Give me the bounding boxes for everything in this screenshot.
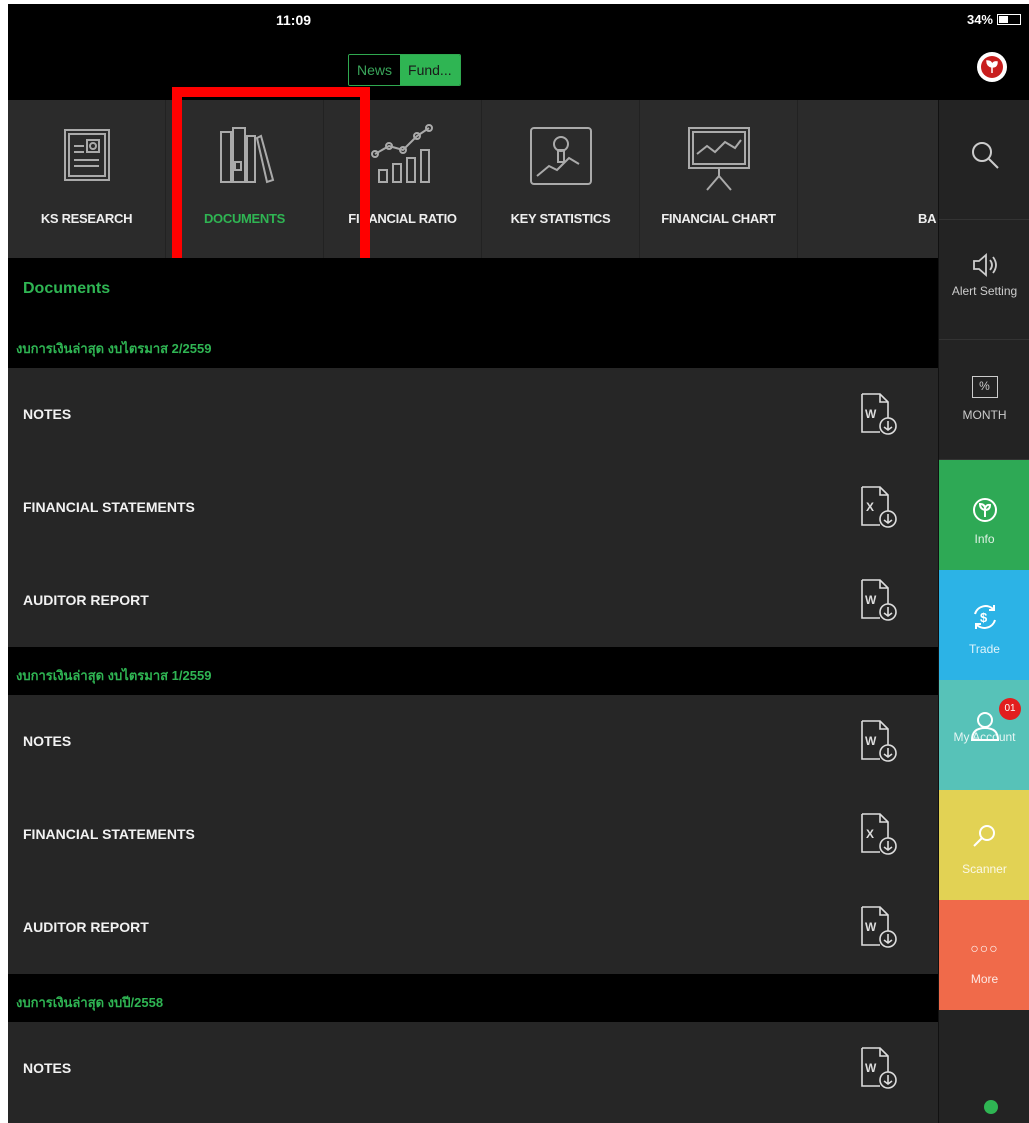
- sidebar-label: MONTH: [962, 408, 1007, 422]
- tab-key-statistics[interactable]: KEY STATISTICS: [482, 100, 640, 258]
- document-row[interactable]: AUDITOR REPORT W: [8, 881, 938, 974]
- word-download-icon[interactable]: W: [858, 392, 898, 436]
- document-row[interactable]: NOTES W: [8, 1022, 938, 1115]
- more-dots-icon: ○○○: [970, 940, 999, 956]
- document-name: FINANCIAL STATEMENTS: [23, 826, 195, 842]
- tab-label: KS RESEARCH: [40, 211, 133, 226]
- sidebar-label: My Account: [953, 730, 1016, 744]
- presentation-chart-icon: [687, 127, 750, 191]
- document-row[interactable]: NOTES W: [8, 368, 938, 461]
- notification-badge: 01: [999, 698, 1021, 720]
- battery-percent: 34%: [966, 12, 993, 27]
- document-row[interactable]: FINANCIAL STATEMENTS X: [8, 461, 938, 554]
- svg-text:W: W: [865, 593, 877, 607]
- leaf-logo-icon: [981, 56, 1003, 78]
- svg-text:X: X: [866, 827, 874, 841]
- svg-text:$: $: [980, 610, 988, 625]
- news-segment-button[interactable]: News: [349, 55, 401, 85]
- word-download-icon[interactable]: W: [858, 719, 898, 763]
- svg-text:X: X: [866, 500, 874, 514]
- sidebar-month-button[interactable]: % MONTH: [939, 340, 1029, 460]
- documents-highlight-box: [172, 87, 370, 268]
- tab-label: FINANCIAL CHART: [661, 211, 776, 226]
- tab-ks-research[interactable]: KS RESEARCH: [8, 100, 166, 258]
- top-bar: News Fund...: [8, 38, 1029, 100]
- ratio-chart-icon: [370, 124, 433, 183]
- excel-download-icon[interactable]: X: [858, 485, 898, 529]
- tab-label: BA: [918, 211, 937, 226]
- svg-text:W: W: [865, 734, 877, 748]
- fund-segment-button[interactable]: Fund...: [400, 55, 460, 85]
- dollar-refresh-icon: $: [973, 605, 996, 629]
- sidebar-label: Trade: [969, 642, 1000, 656]
- sidebar-scanner-button[interactable]: Scanner: [939, 790, 1029, 900]
- right-sidebar: Alert Setting % MONTH Info $ Trade 01 My…: [938, 100, 1029, 1123]
- tab-label: KEY STATISTICS: [510, 211, 611, 226]
- status-time: 11:09: [276, 12, 312, 28]
- document-row[interactable]: AUDITOR REPORT W: [8, 554, 938, 647]
- calendar-percent-icon: %: [971, 376, 998, 398]
- fundamental-menu-bar: KS RESEARCH DOCUMENTS FINANCIAL RATIO KE…: [8, 100, 938, 258]
- sidebar-label: More: [970, 972, 999, 986]
- section-header: งบการเงินล่าสุด งบปี/2558: [8, 974, 938, 1022]
- key-statistics-icon: [529, 127, 592, 185]
- sidebar-alert-setting[interactable]: Alert Setting: [939, 220, 1029, 340]
- document-name: AUDITOR REPORT: [23, 919, 149, 935]
- svg-text:W: W: [865, 920, 877, 934]
- document-name: NOTES: [23, 1060, 72, 1076]
- document-name: FINANCIAL STATEMENTS: [23, 499, 195, 515]
- search-icon: [971, 142, 999, 169]
- document-name: NOTES: [23, 406, 72, 422]
- sidebar-search-button[interactable]: [939, 100, 1029, 220]
- document-name: AUDITOR REPORT: [23, 592, 149, 608]
- speaker-alert-icon: [972, 253, 997, 277]
- sidebar-label: Alert Setting: [951, 284, 1018, 298]
- document-name: NOTES: [23, 733, 72, 749]
- leaf-info-icon: [972, 498, 997, 522]
- news-fund-toggle: News Fund...: [348, 54, 461, 86]
- word-download-icon[interactable]: W: [858, 578, 898, 622]
- svg-text:W: W: [865, 1061, 877, 1075]
- battery-icon: [997, 14, 1021, 25]
- section-header: งบการเงินล่าสุด งบไตรมาส 1/2559: [8, 647, 938, 695]
- magnifier-scanner-icon: [972, 825, 995, 847]
- sidebar-trade-button[interactable]: $ Trade: [939, 570, 1029, 680]
- documents-title: Documents: [8, 258, 938, 320]
- excel-download-icon[interactable]: X: [858, 812, 898, 856]
- word-download-icon[interactable]: W: [858, 1046, 898, 1090]
- word-download-icon[interactable]: W: [858, 905, 898, 949]
- documents-panel: Documents งบการเงินล่าสุด งบไตรมาส 2/255…: [8, 258, 938, 1123]
- sidebar-my-account-button[interactable]: 01 My Account: [939, 680, 1029, 790]
- svg-text:W: W: [865, 407, 877, 421]
- tab-financial-chart[interactable]: FINANCIAL CHART: [640, 100, 798, 258]
- sidebar-label: Info: [974, 532, 995, 546]
- tab-balance-sheet[interactable]: BA: [798, 100, 938, 258]
- battery-indicator: 34%: [967, 12, 1021, 27]
- brand-logo-button[interactable]: [977, 52, 1007, 82]
- connection-status-dot: [984, 1100, 998, 1114]
- research-report-icon: [63, 129, 110, 181]
- app-screen: 11:09 34% News Fund... KS RESEARCH DOCUM…: [8, 4, 1029, 1123]
- section-header: งบการเงินล่าสุด งบไตรมาส 2/2559: [8, 320, 938, 368]
- status-bar: 11:09 34%: [8, 4, 1029, 38]
- sidebar-info-button[interactable]: Info: [939, 460, 1029, 570]
- sidebar-label: Scanner: [962, 862, 1007, 876]
- document-row[interactable]: FINANCIAL STATEMENTS X: [8, 788, 938, 881]
- sidebar-more-button[interactable]: ○○○ More: [939, 900, 1029, 1010]
- document-row[interactable]: NOTES W: [8, 695, 938, 788]
